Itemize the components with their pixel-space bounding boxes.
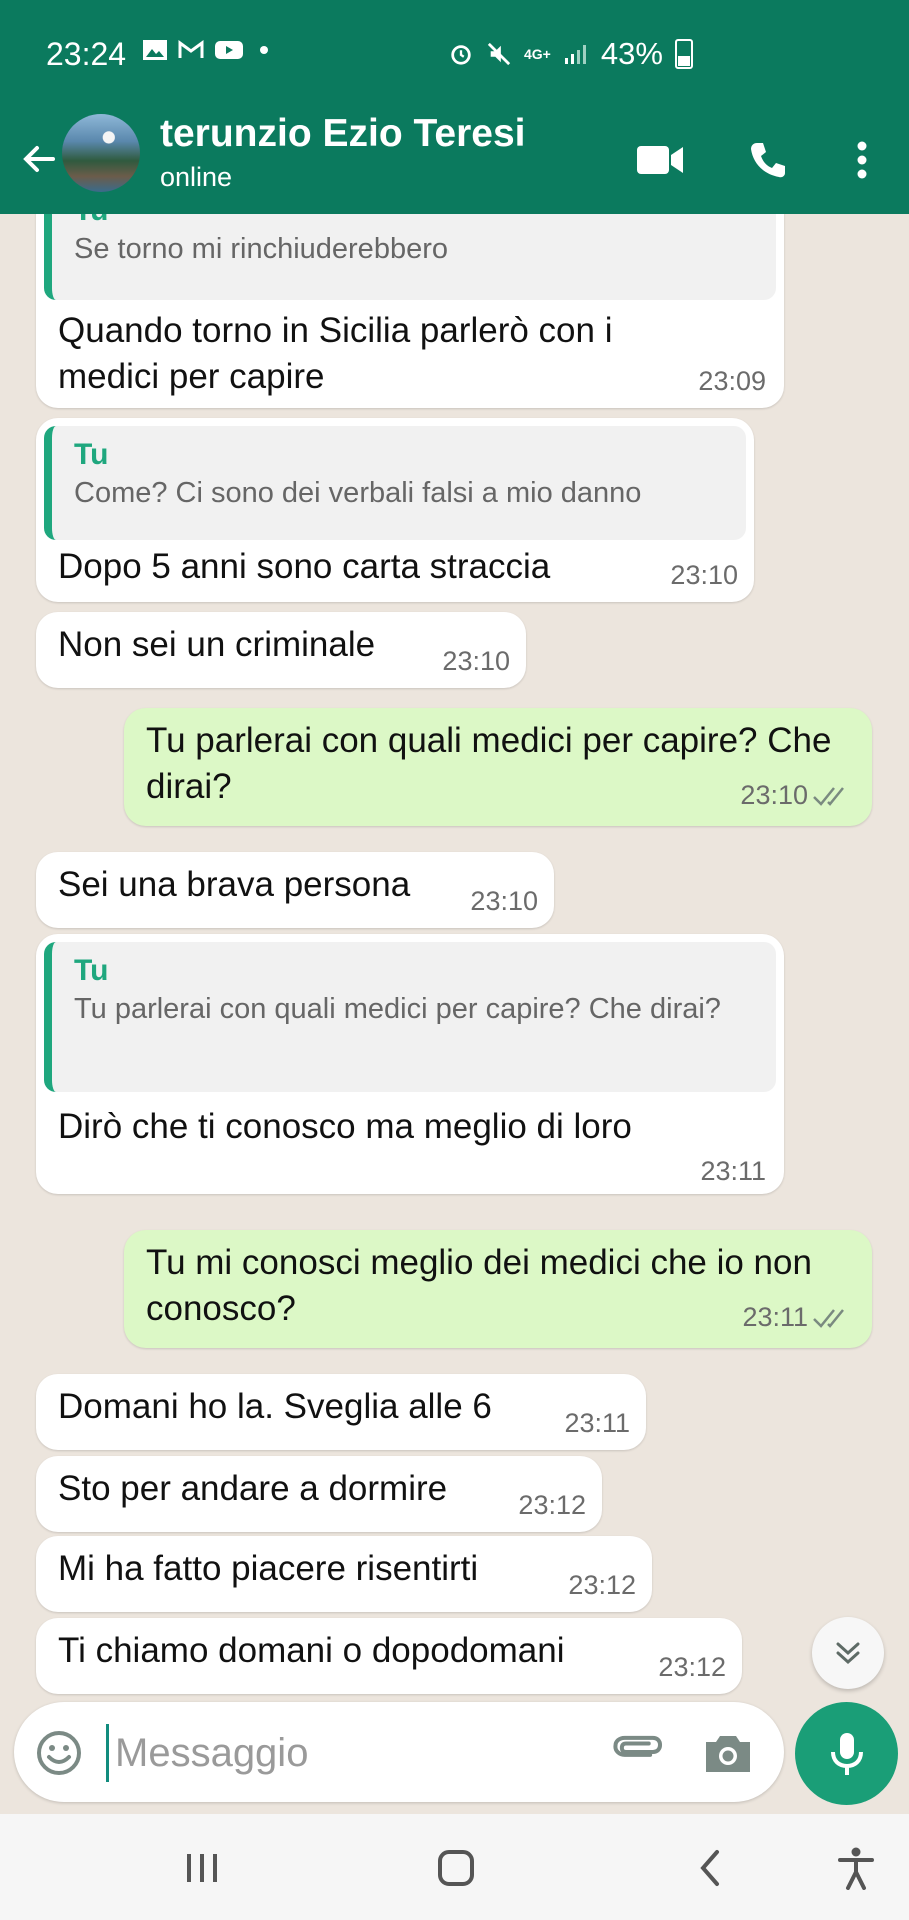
back-chevron-icon <box>700 1850 719 1886</box>
battery-icon <box>674 39 693 69</box>
message-outgoing[interactable]: Tu mi conosci meglio dei medici che io n… <box>124 1230 872 1348</box>
gallery-icon <box>143 40 167 60</box>
gmail-icon <box>178 40 204 58</box>
quoted-message[interactable]: Tu Tu parlerai con quali medici per capi… <box>44 942 776 1092</box>
message-text: Quando torno in Sicilia parlerò con i me… <box>58 311 613 396</box>
back-button[interactable] <box>14 134 64 184</box>
message-input[interactable] <box>106 1724 597 1782</box>
alarm-icon <box>451 45 471 65</box>
quoted-message[interactable]: Tu Se torno mi rinchiuderebbero <box>44 214 776 300</box>
home-button[interactable] <box>428 1840 484 1896</box>
quote-text: Tu parlerai con quali medici per capire?… <box>74 993 721 1025</box>
message-text: Ti chiamo domani o dopodomani <box>58 1631 565 1670</box>
contact-name[interactable]: terunzio Ezio Teresi <box>160 112 526 156</box>
voice-call-button[interactable] <box>740 132 796 188</box>
recent-apps-button[interactable] <box>174 1840 230 1896</box>
message-time: 23:11 <box>742 1302 808 1332</box>
message-text: Tu mi conosci meglio dei medici che io n… <box>146 1243 812 1328</box>
battery-percent: 43% <box>600 36 663 71</box>
dot-icon <box>260 46 268 54</box>
read-ticks-icon <box>813 1309 844 1328</box>
message-time: 23:10 <box>470 886 538 916</box>
message-text: Non sei un criminale <box>58 625 376 664</box>
quote-author: Tu <box>74 438 109 471</box>
message-incoming[interactable]: Tu Tu parlerai con quali medici per capi… <box>36 934 784 1194</box>
phone-icon <box>751 143 785 178</box>
message-time: 23:10 <box>740 780 808 810</box>
message-time: 23:10 <box>670 560 738 590</box>
message-time: 23:11 <box>564 1408 630 1438</box>
quote-text: Se torno mi rinchiuderebbero <box>74 233 448 265</box>
chat-area[interactable]: Tu Se torno mi rinchiuderebbero Quando t… <box>0 214 909 1704</box>
accessibility-button[interactable] <box>828 1840 884 1896</box>
avatar[interactable] <box>62 114 140 192</box>
accessibility-icon <box>838 1847 874 1890</box>
video-call-button[interactable] <box>632 132 688 188</box>
voice-record-button[interactable] <box>795 1702 898 1805</box>
message-incoming[interactable]: Mi ha fatto piacere risentirti 23:12 <box>36 1536 652 1612</box>
home-icon <box>438 1850 474 1886</box>
message-incoming[interactable]: Tu Come? Ci sono dei verbali falsi a mio… <box>36 418 754 602</box>
status-bar: 23:24 4G+ 43% <box>0 0 909 110</box>
quote-author: Tu <box>74 214 762 230</box>
message-time: 23:12 <box>658 1652 726 1682</box>
contact-status: online <box>160 162 233 192</box>
message-text: Sei una brava persona <box>58 865 411 904</box>
system-nav-bar <box>0 1814 909 1920</box>
camera-icon[interactable] <box>700 1726 756 1782</box>
more-options-button[interactable] <box>834 132 890 188</box>
message-incoming[interactable]: Domani ho la. Sveglia alle 6 23:11 <box>36 1374 646 1450</box>
scroll-down-icon <box>836 1642 860 1665</box>
message-composer <box>14 1702 784 1802</box>
quote-author: Tu <box>74 954 109 987</box>
read-ticks-icon <box>813 787 844 806</box>
message-outgoing[interactable]: Tu parlerai con quali medici per capire?… <box>124 708 872 826</box>
message-time: 23:12 <box>568 1570 636 1600</box>
status-time: 23:24 <box>46 36 127 72</box>
video-call-icon <box>637 146 683 174</box>
message-text: Dopo 5 anni sono carta straccia <box>58 547 551 586</box>
message-time: 23:10 <box>442 646 510 676</box>
message-text: Sto per andare a dormire <box>58 1469 448 1508</box>
network-type: 4G+ <box>524 46 551 62</box>
chat-header: terunzio Ezio Teresi online <box>0 110 909 214</box>
message-incoming[interactable]: Ti chiamo domani o dopodomani 23:12 <box>36 1618 742 1694</box>
message-incoming[interactable]: Sei una brava persona 23:10 <box>36 852 554 928</box>
recent-apps-icon <box>187 1854 217 1882</box>
message-text: Domani ho la. Sveglia alle 6 <box>58 1387 492 1426</box>
message-incoming[interactable]: Non sei un criminale 23:10 <box>36 612 526 688</box>
quote-text: Come? Ci sono dei verbali falsi a mio da… <box>74 477 642 509</box>
message-text: Dirò che ti conosco ma meglio di loro <box>58 1107 632 1146</box>
message-text: Mi ha fatto piacere risentirti <box>58 1549 479 1588</box>
quoted-message[interactable]: Tu Come? Ci sono dei verbali falsi a mio… <box>44 426 746 540</box>
message-incoming[interactable]: Sto per andare a dormire 23:12 <box>36 1456 602 1532</box>
mic-icon <box>830 1732 863 1775</box>
more-vert-icon <box>857 141 867 179</box>
notification-icons <box>142 38 268 62</box>
attach-icon[interactable] <box>608 1724 664 1780</box>
scroll-down-button[interactable] <box>812 1617 884 1689</box>
message-time: 23:09 <box>698 366 766 396</box>
message-time: 23:12 <box>518 1490 586 1520</box>
message-time: 23:11 <box>700 1156 766 1186</box>
emoji-icon[interactable] <box>34 1728 84 1778</box>
message-incoming[interactable]: Tu Se torno mi rinchiuderebbero Quando t… <box>36 214 784 408</box>
status-right: 4G+ 43% <box>448 36 693 72</box>
back-nav-button[interactable] <box>682 1840 738 1896</box>
youtube-icon <box>215 41 243 59</box>
mute-icon <box>487 42 511 66</box>
back-arrow-icon <box>23 146 55 172</box>
signal-icon <box>564 45 586 64</box>
